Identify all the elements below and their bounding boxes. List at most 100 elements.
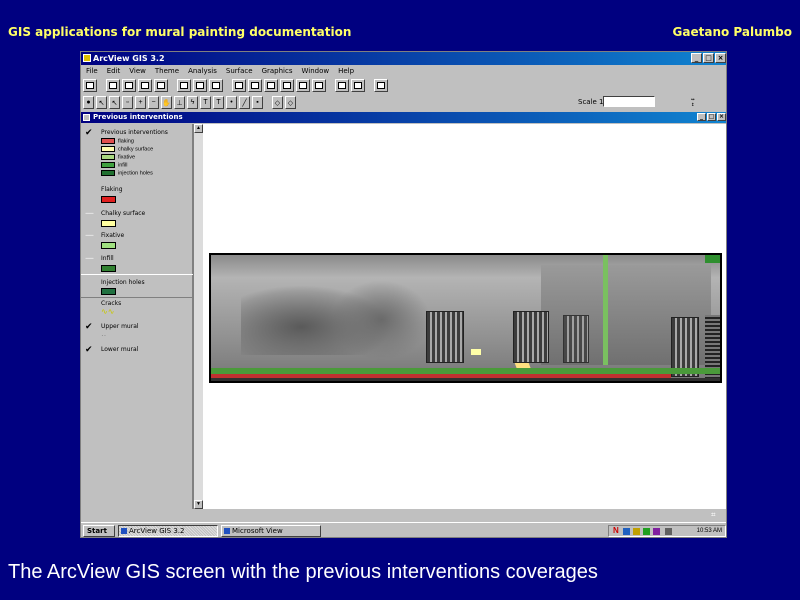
slide-author: Gaetano Palumbo [672,25,792,39]
legend-swatch [101,220,116,227]
zoom-previous-button[interactable] [312,79,326,92]
image-symbol-icon: ·· [101,331,107,340]
legend-entry: chalky surface [101,146,153,152]
button-bar [83,78,388,93]
theme-checkbox-icon[interactable]: — [85,209,94,219]
menu-view[interactable]: View [129,66,146,77]
draw-shape-tool-icon[interactable]: ▪ [252,96,263,109]
view-minimize-button[interactable]: _ [697,113,706,121]
tray-app-icon[interactable] [643,528,650,535]
open-table-button[interactable] [154,79,168,92]
gate-grille [563,315,589,363]
edit-legend-button[interactable] [138,79,152,92]
menu-analysis[interactable]: Analysis [188,66,217,77]
zoom-in-button[interactable] [280,79,294,92]
taskbar-arcview-button[interactable]: ArcView GIS 3.2 [118,525,218,537]
select-feature-tool-icon[interactable]: ▫ [122,96,133,109]
theme-checkbox-icon[interactable]: — [85,254,94,264]
zoom-full-button[interactable] [232,79,246,92]
tool-bar: ● ↖ ↖ ▫ + − ✋ ⊥ ϟ T T • ╱ ▪ ◇ ◇ [83,95,296,110]
scroll-down-icon[interactable]: ▼ [194,500,203,509]
zoom-out-tool-icon[interactable]: − [148,96,159,109]
tray-app-icon[interactable] [653,528,660,535]
view-titlebar: Previous interventions _ □ × [81,112,726,123]
view-maximize-button[interactable]: □ [707,113,716,121]
theme-checkbox-icon[interactable]: — [85,231,94,241]
query-builder-button[interactable] [209,79,223,92]
tray-app-icon[interactable] [623,528,630,535]
help-button[interactable] [374,79,388,92]
theme-checkbox-icon[interactable]: ✔ [85,345,93,355]
menu-graphics[interactable]: Graphics [262,66,293,77]
menu-help[interactable]: Help [338,66,354,77]
split-tool-icon[interactable]: ◇ [285,96,296,109]
view-task-icon [224,528,230,534]
clear-selection-button[interactable] [351,79,365,92]
save-project-button[interactable] [83,79,97,92]
menu-file[interactable]: File [86,66,98,77]
zoom-out-button[interactable] [296,79,310,92]
theme-checkbox-icon[interactable]: ✔ [85,128,93,138]
scale-input[interactable] [603,96,655,107]
menu-surface[interactable]: Surface [226,66,253,77]
speaker-icon[interactable] [665,528,672,535]
coordinate-readout: ↔ ↕ [691,97,695,108]
find-button[interactable] [177,79,191,92]
crosshair-icon: ⌗ [711,510,716,519]
locate-button[interactable] [193,79,207,92]
zoom-active-button[interactable] [248,79,262,92]
toc-scrollbar[interactable]: ▲ ▼ [193,124,203,509]
chalky-patch [471,349,481,355]
legend-entry: injection holes [101,170,153,176]
add-theme-button[interactable] [106,79,120,92]
infill-region [705,255,720,263]
arcview-screenshot: ArcView GIS 3.2 _ □ × File Edit View The… [80,51,727,538]
toc-divider [81,274,193,275]
pan-tool-icon[interactable]: ✋ [161,96,172,109]
scale-label: Scale 1: [578,98,606,106]
pointer-tool-icon[interactable]: ↖ [96,96,107,109]
measure-tool-icon[interactable]: ⊥ [174,96,185,109]
maximize-button[interactable]: □ [703,53,714,63]
system-tray: N 10:53 AM [608,525,726,537]
hotlink-tool-icon[interactable]: ϟ [187,96,198,109]
draw-line-tool-icon[interactable]: ╱ [239,96,250,109]
text-tool-icon[interactable]: T [213,96,224,109]
label-tool-icon[interactable]: T [200,96,211,109]
menu-edit[interactable]: Edit [107,66,121,77]
toc-divider [81,297,193,298]
network-n-icon[interactable]: N [613,526,620,535]
gate-grille [426,311,464,363]
mural-image [209,253,722,383]
select-by-theme-button[interactable] [335,79,349,92]
menu-theme[interactable]: Theme [155,66,179,77]
taskbar-view-button[interactable]: Microsoft View [221,525,321,537]
zoom-in-tool-icon[interactable]: + [135,96,146,109]
draw-point-tool-icon[interactable]: • [226,96,237,109]
close-button[interactable]: × [715,53,726,63]
identify-tool-icon[interactable]: ● [83,96,94,109]
legend-swatch [101,288,116,295]
theme-checkbox-icon[interactable]: ✔ [85,322,93,332]
menu-bar: File Edit View Theme Analysis Surface Gr… [81,66,726,77]
app-title: ArcView GIS 3.2 [93,54,165,63]
arcview-task-icon [121,528,127,534]
theme-properties-button[interactable] [122,79,136,92]
scroll-up-icon[interactable]: ▲ [194,124,203,133]
snap-tool-icon[interactable]: ◇ [272,96,283,109]
view-close-button[interactable]: × [717,113,726,121]
legend-entry: infill [101,162,127,168]
vertex-edit-tool-icon[interactable]: ↖ [109,96,120,109]
menu-window[interactable]: Window [302,66,330,77]
gate-grille [513,311,549,363]
tray-app-icon[interactable] [633,528,640,535]
map-display[interactable] [203,124,726,509]
tray-clock[interactable]: 10:53 AM [697,527,722,535]
minimize-button[interactable]: _ [691,53,702,63]
slide-title: GIS applications for mural painting docu… [8,25,352,39]
zoom-selected-button[interactable] [264,79,278,92]
legend-entry: fixative [101,154,135,160]
view-title: Previous interventions [93,113,183,121]
start-button[interactable]: Start [83,525,115,537]
fixative-region [603,255,608,365]
